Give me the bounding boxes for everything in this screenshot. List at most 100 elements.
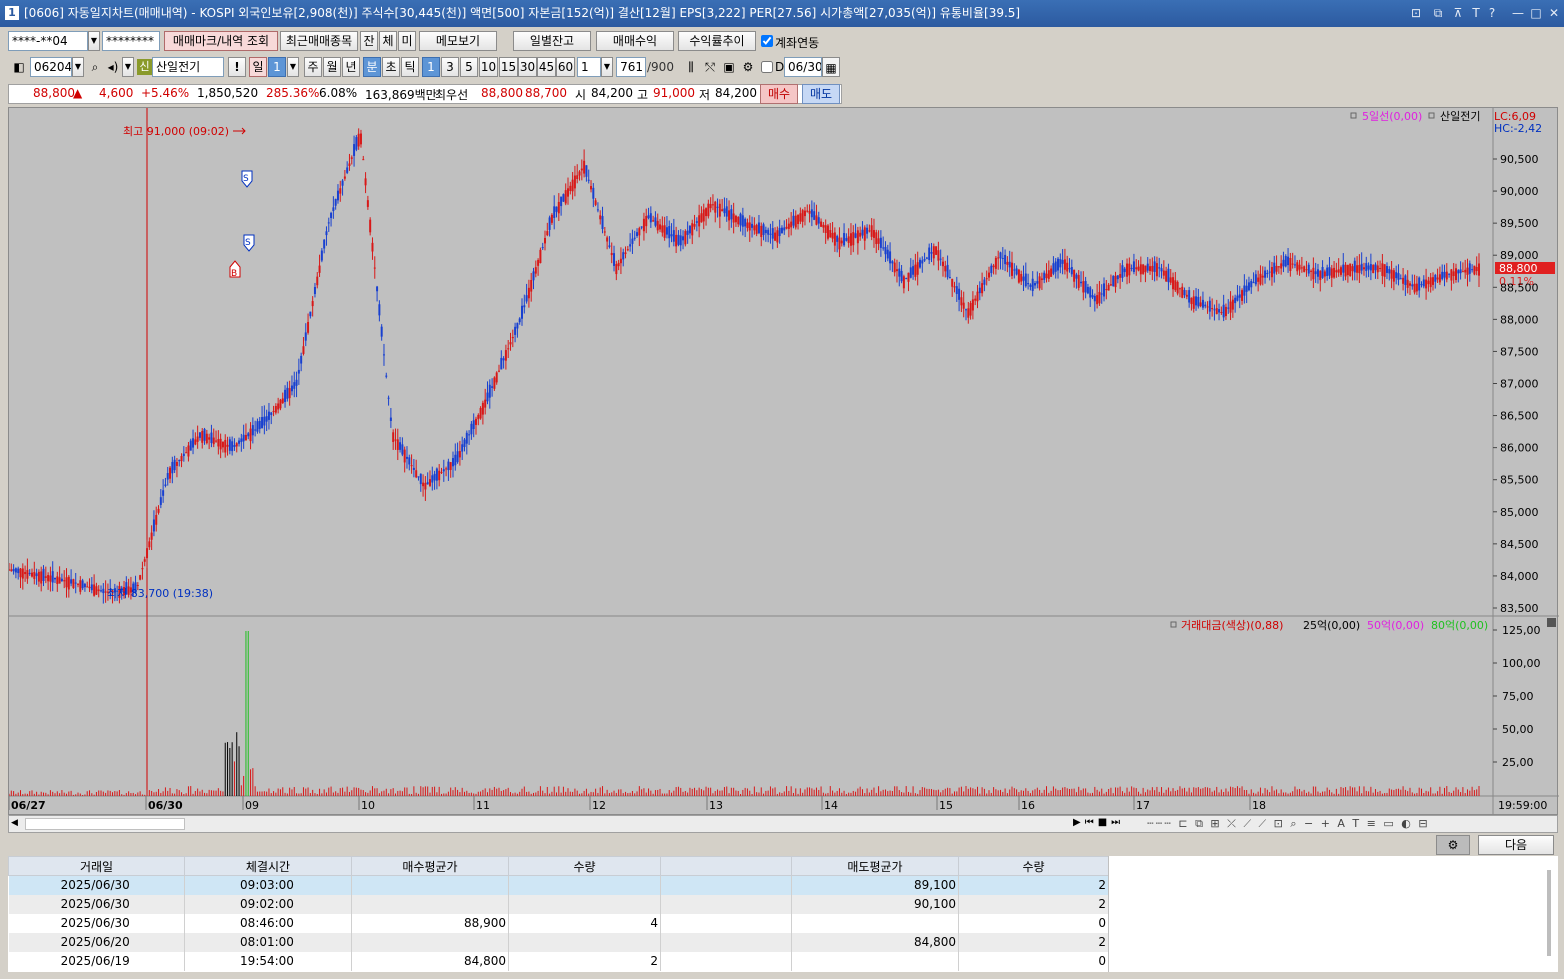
password-field[interactable]: ******** (102, 31, 160, 51)
table-header-cell[interactable] (660, 856, 792, 876)
table-row[interactable]: 2025/06/20 08:01:00 84,800 2 (8, 932, 1109, 952)
alert-button[interactable]: ! (228, 57, 246, 77)
interval-60-button[interactable]: 60 (556, 57, 575, 77)
speaker-icon[interactable]: ◂) (104, 57, 122, 77)
day-count-input[interactable]: 1 (268, 57, 286, 77)
volume-legend-main[interactable]: 거래대금(색상)(0,88) (1181, 619, 1283, 632)
period-tick-button[interactable]: 틱 (401, 57, 419, 77)
volume-legend-25[interactable]: 25억(0,00) (1303, 619, 1360, 632)
sell-mark-icon[interactable]: S (241, 170, 253, 188)
return-trend-button[interactable]: 수익률추이 (678, 31, 756, 51)
candle-body (668, 226, 671, 239)
stock-legend[interactable]: 산일전기 (1440, 109, 1480, 123)
candle-body (353, 144, 356, 156)
interval-15-button[interactable]: 15 (499, 57, 518, 77)
buy-mark-icon[interactable]: B (229, 260, 241, 279)
date-checkbox[interactable] (761, 61, 773, 73)
pin-icon[interactable]: ⊼ (1450, 0, 1466, 27)
window-layout-icon[interactable]: ⊡ (1408, 0, 1424, 27)
playback-controls-icon[interactable]: ▶⏮■⏭ (1073, 817, 1124, 828)
settings-gear-icon[interactable]: ⚙ (739, 57, 757, 77)
interval-10-button[interactable]: 10 (479, 57, 498, 77)
toolbar-chart: ◧ 062040 ▼ ⌕ ◂) ▼ 신 산일전기 ! 일 1 ▼ 주 월 년 분… (0, 57, 1564, 79)
period-day-button[interactable]: 일 (249, 57, 267, 77)
table-header-cell[interactable]: 수량 (958, 856, 1109, 876)
candle-body (985, 278, 988, 280)
interval-input[interactable]: 1 (577, 57, 601, 77)
interval-1-button[interactable]: 1 (422, 57, 440, 77)
next-button[interactable]: 다음 (1478, 835, 1554, 855)
bar-count-input[interactable]: 761 (616, 57, 646, 77)
recent-trades-button[interactable]: 최근매매종목 (280, 31, 358, 51)
candle-body (923, 259, 926, 261)
speaker-dropdown-icon[interactable]: ▼ (122, 57, 134, 77)
chart-tools-icon[interactable]: ┄┄┄ ⊏ ⧉ ⊞ ⤫ ⟋ ⟋ ⊡ ⌕ − + A T ≡ ▭ ◐ ⊟ (1147, 817, 1430, 831)
code-dropdown-icon[interactable]: ▼ (72, 57, 84, 77)
period-month-button[interactable]: 월 (323, 57, 341, 77)
chart-area[interactable]: 88,800 0.11% LC:6,09 HC:-2,42 5일선(0,00) … (8, 107, 1559, 816)
minimize-icon[interactable]: — (1510, 0, 1526, 27)
draw-tool-icon[interactable]: ⤲ (701, 57, 719, 77)
table-scrollbar[interactable] (1547, 870, 1551, 956)
memo-button[interactable]: 메모보기 (419, 31, 497, 51)
table-header-cell[interactable]: 거래일 (8, 856, 185, 876)
account-dropdown-icon[interactable]: ▼ (88, 31, 100, 51)
scroll-thumb[interactable] (25, 818, 185, 830)
volume-legend-50[interactable]: 50억(0,00) (1367, 619, 1424, 632)
interval-3-button[interactable]: 3 (441, 57, 459, 77)
table-settings-button[interactable]: ⚙ (1436, 835, 1470, 855)
account-select[interactable]: ****-**04 (8, 31, 88, 51)
table-header-cell[interactable]: 매도평균가 (791, 856, 959, 876)
candle-body (194, 439, 197, 445)
table-cell: 2 (958, 875, 1109, 895)
volume-legend-80[interactable]: 80억(0,00) (1431, 619, 1488, 632)
stock-code-input[interactable]: 062040 (30, 57, 72, 77)
table-header-cell[interactable]: 체결시간 (184, 856, 352, 876)
window-icon[interactable]: ◧ (10, 57, 28, 77)
balance-button[interactable]: 잔 (360, 31, 378, 51)
candle-body (905, 278, 908, 280)
calendar-icon[interactable]: ▦ (822, 57, 840, 77)
table-row[interactable]: 2025/06/19 19:54:00 84,800 2 0 (8, 951, 1109, 971)
period-year-button[interactable]: 년 (342, 57, 360, 77)
trade-profit-button[interactable]: 매매수익 (596, 31, 674, 51)
pane-close-icon[interactable] (1547, 618, 1556, 627)
candle-body (537, 259, 540, 266)
window-tile-icon[interactable]: ⧉ (1430, 0, 1446, 27)
candle-body (1132, 261, 1135, 273)
interval-5-button[interactable]: 5 (460, 57, 478, 77)
table-row[interactable]: 2025/06/30 08:46:00 88,900 4 0 (8, 913, 1109, 933)
price-axis-label: 90,500 (1500, 153, 1539, 166)
date-input[interactable]: 06/30 (784, 57, 822, 77)
table-row[interactable]: 2025/06/30 09:02:00 90,100 2 (8, 894, 1109, 914)
period-week-button[interactable]: 주 (304, 57, 322, 77)
daily-balance-button[interactable]: 일별잔고 (513, 31, 591, 51)
table-header-cell[interactable]: 수량 (508, 856, 661, 876)
chart-type-icon[interactable]: ⫼ (682, 57, 700, 77)
font-icon[interactable]: T (1468, 0, 1484, 27)
scroll-left-icon[interactable]: ◀ (11, 818, 18, 828)
period-minute-button[interactable]: 분 (363, 57, 381, 77)
interval-45-button[interactable]: 45 (537, 57, 556, 77)
sell-button[interactable]: 매도 (802, 84, 840, 104)
interval-30-button[interactable]: 30 (518, 57, 537, 77)
period-second-button[interactable]: 초 (382, 57, 400, 77)
trade-mark-query-button[interactable]: 매매마크/내역 조회 (164, 31, 278, 51)
table-row[interactable]: 2025/06/30 09:03:00 89,100 2 (8, 875, 1109, 895)
help-icon[interactable]: ? (1484, 0, 1500, 27)
price-chart-svg[interactable]: 88,800 0.11% LC:6,09 HC:-2,42 5일선(0,00) … (8, 108, 1559, 816)
day-count-dropdown-icon[interactable]: ▼ (287, 57, 299, 77)
close-icon[interactable]: ✕ (1546, 0, 1562, 27)
sell-mark-icon[interactable]: S (243, 234, 255, 252)
maximize-icon[interactable]: □ (1528, 0, 1544, 27)
ma-legend[interactable]: 5일선(0,00) (1362, 109, 1422, 123)
table-header-cell[interactable]: 매수평균가 (351, 856, 509, 876)
account-link-checkbox[interactable] (761, 35, 773, 47)
search-icon[interactable]: ⌕ (86, 57, 104, 77)
interval-dropdown-icon[interactable]: ▼ (601, 57, 613, 77)
unfilled-button[interactable]: 미 (398, 31, 416, 51)
save-icon[interactable]: ▣ (720, 57, 738, 77)
stock-name-field[interactable]: 산일전기 (152, 57, 224, 77)
buy-button[interactable]: 매수 (760, 84, 798, 104)
filled-button[interactable]: 체 (379, 31, 397, 51)
